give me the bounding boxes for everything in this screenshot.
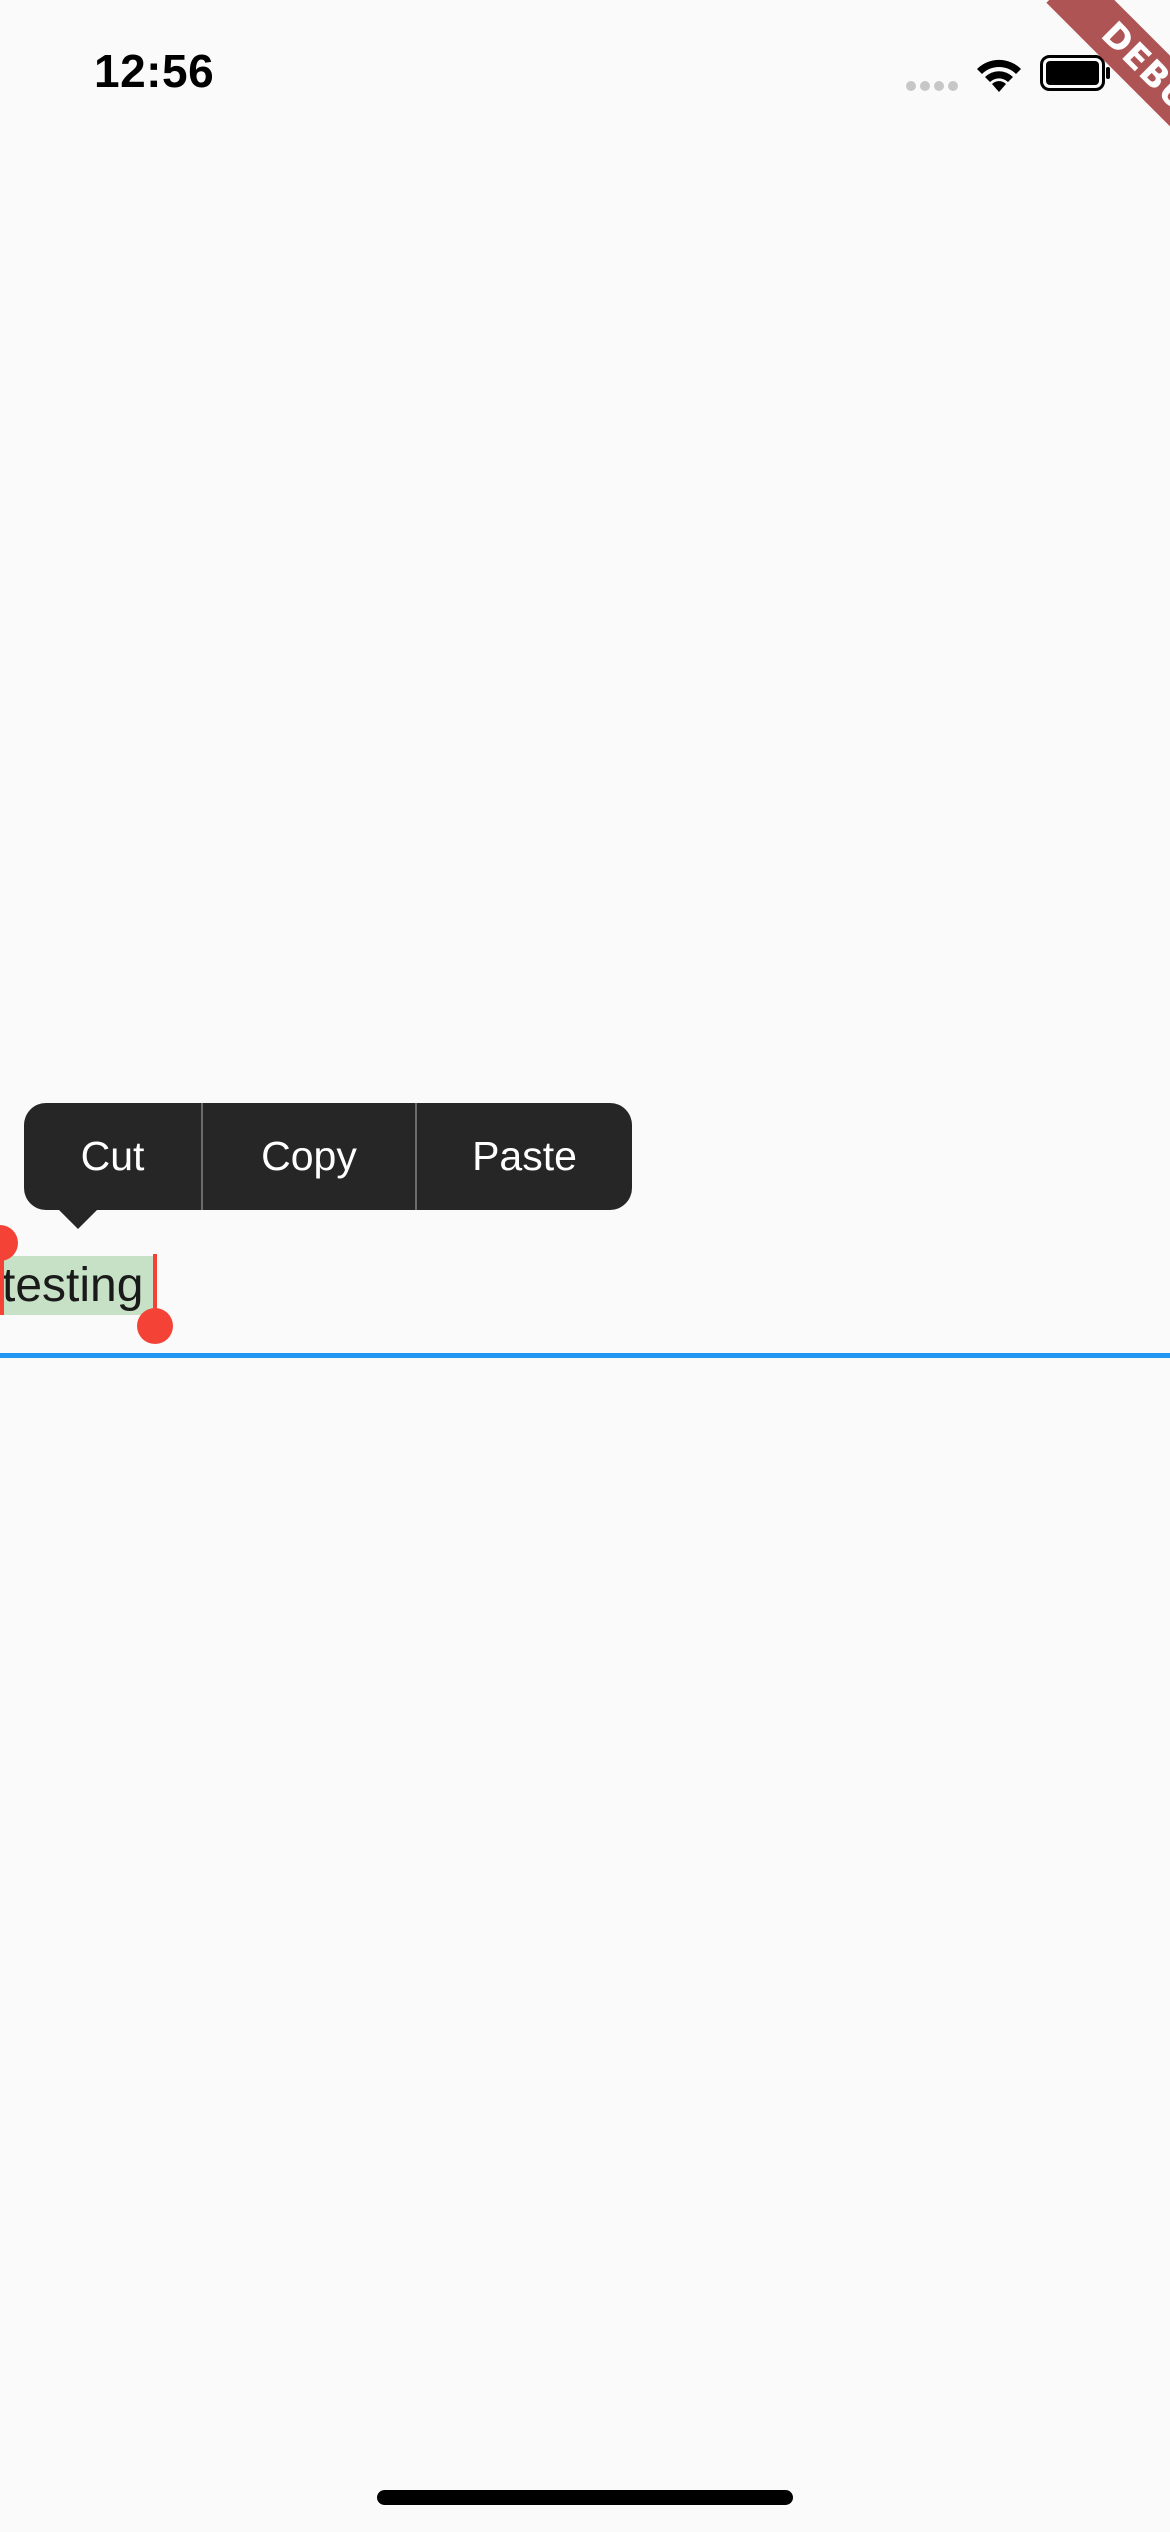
cut-button[interactable]: Cut — [24, 1103, 201, 1210]
debug-banner: DEBUG — [970, 0, 1170, 200]
cellular-signal-icon — [906, 81, 958, 91]
status-time: 12:56 — [94, 45, 215, 97]
text-input-underline — [0, 1353, 1170, 1358]
battery-icon — [1040, 55, 1110, 91]
selection-end-caret — [153, 1254, 157, 1316]
selection-end-handle[interactable] — [137, 1308, 173, 1344]
debug-banner-label: DEBUG — [1046, 0, 1170, 187]
text-input[interactable]: testing — [0, 1230, 1170, 1360]
text-selection-toolbar: Cut Copy Paste — [24, 1103, 632, 1210]
home-indicator[interactable] — [377, 2490, 793, 2505]
toolbar-arrow — [58, 1209, 98, 1229]
wifi-icon — [977, 59, 1021, 92]
selection-start-caret — [0, 1253, 4, 1315]
copy-button[interactable]: Copy — [203, 1103, 415, 1210]
paste-button[interactable]: Paste — [417, 1103, 632, 1210]
text-input-value: testing — [2, 1259, 144, 1312]
